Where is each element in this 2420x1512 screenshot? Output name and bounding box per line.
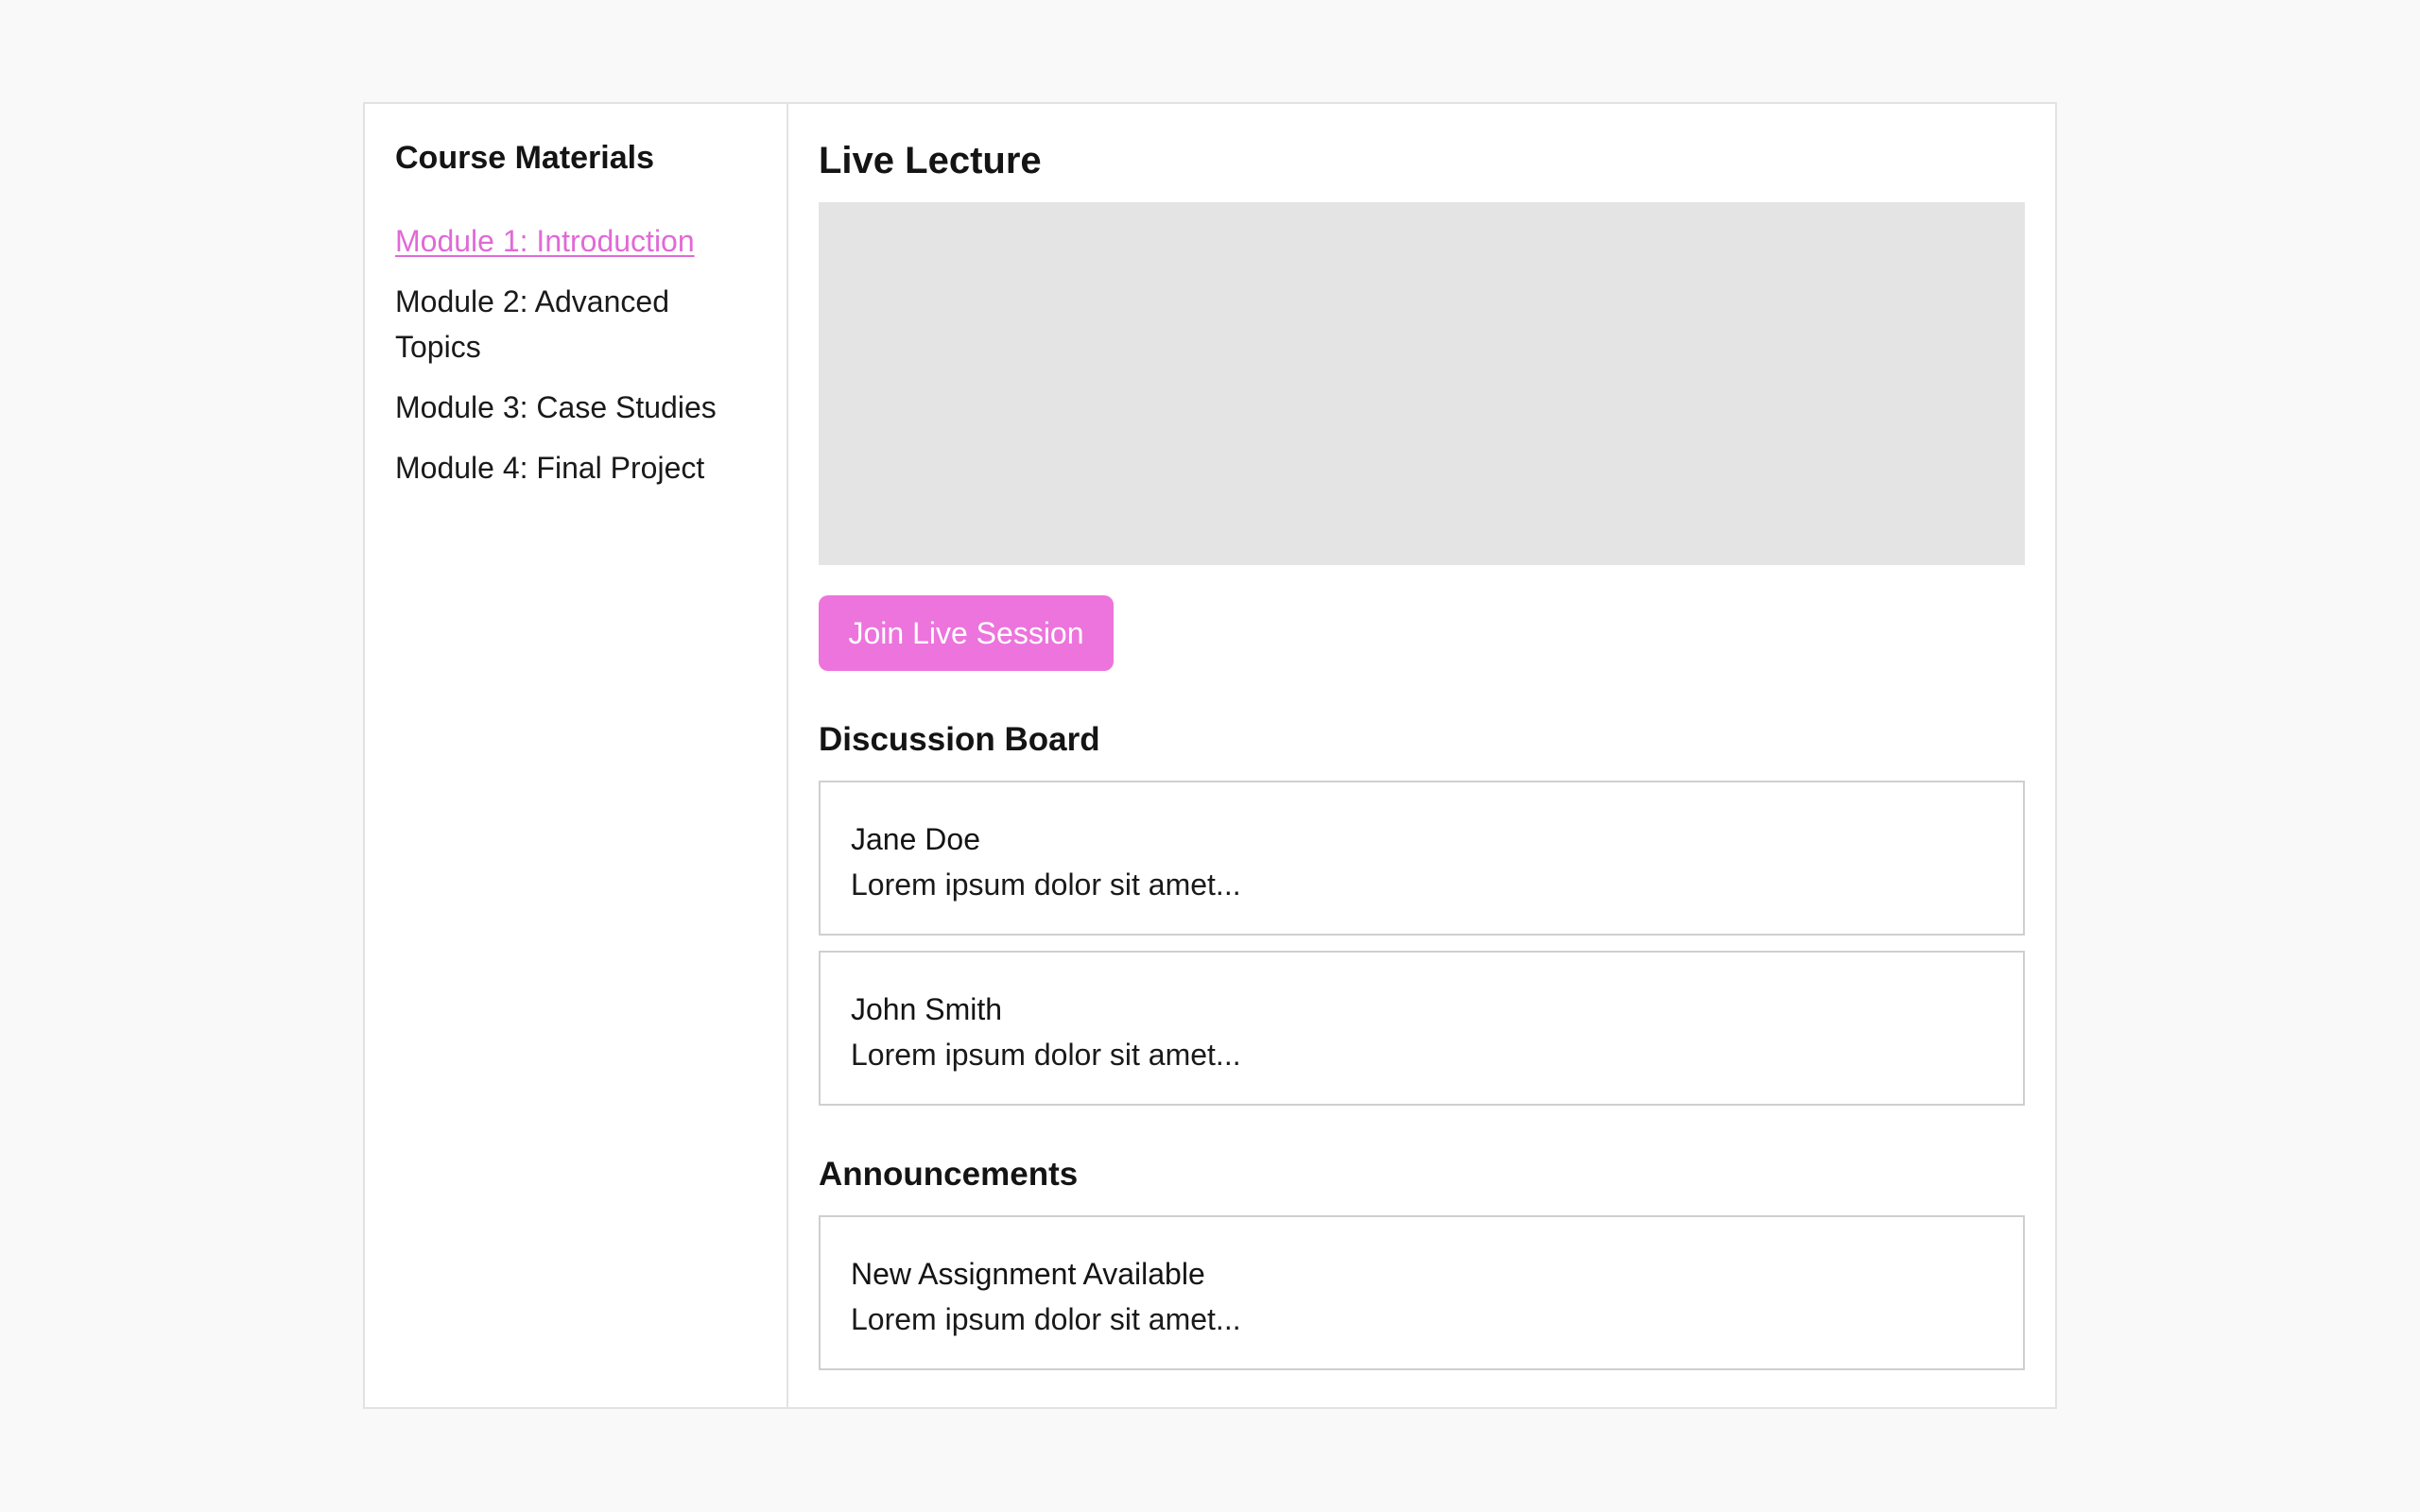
sidebar-item-module-3[interactable]: Module 3: Case Studies <box>395 385 756 430</box>
post-author: Jane Doe <box>851 822 980 856</box>
sidebar-item-module-1[interactable]: Module 1: Introduction <box>395 218 756 264</box>
sidebar-title: Course Materials <box>395 140 654 176</box>
sidebar-item-module-4[interactable]: Module 4: Final Project <box>395 445 756 490</box>
discussion-board-title: Discussion Board <box>819 721 1100 758</box>
sidebar-item-module-2[interactable]: Module 2: Advanced Topics <box>395 279 756 369</box>
announcement-item[interactable]: New Assignment Available Lorem ipsum dol… <box>819 1215 2025 1370</box>
sidebar: Course Materials Module 1: Introduction … <box>365 104 788 1407</box>
discussion-post-list: Jane Doe Lorem ipsum dolor sit amet... J… <box>819 781 2025 1106</box>
announcement-title: New Assignment Available <box>851 1257 1205 1291</box>
post-text: Lorem ipsum dolor sit amet... <box>851 868 1241 902</box>
course-materials-list: Module 1: Introduction Module 2: Advance… <box>395 218 756 490</box>
announcements-title: Announcements <box>819 1156 1079 1193</box>
course-app: Course Materials Module 1: Introduction … <box>363 102 2057 1409</box>
video-player[interactable] <box>819 202 2025 565</box>
post-author: John Smith <box>851 992 1003 1026</box>
main-content: Live Lecture Join Live Session Discussio… <box>788 104 2055 1407</box>
announcement-list: New Assignment Available Lorem ipsum dol… <box>819 1215 2025 1370</box>
announcement-text: Lorem ipsum dolor sit amet... <box>851 1302 1241 1336</box>
join-live-session-button[interactable]: Join Live Session <box>819 595 1114 671</box>
discussion-post[interactable]: Jane Doe Lorem ipsum dolor sit amet... <box>819 781 2025 936</box>
live-lecture-title: Live Lecture <box>819 140 1042 181</box>
discussion-post[interactable]: John Smith Lorem ipsum dolor sit amet... <box>819 951 2025 1106</box>
post-text: Lorem ipsum dolor sit amet... <box>851 1038 1241 1072</box>
